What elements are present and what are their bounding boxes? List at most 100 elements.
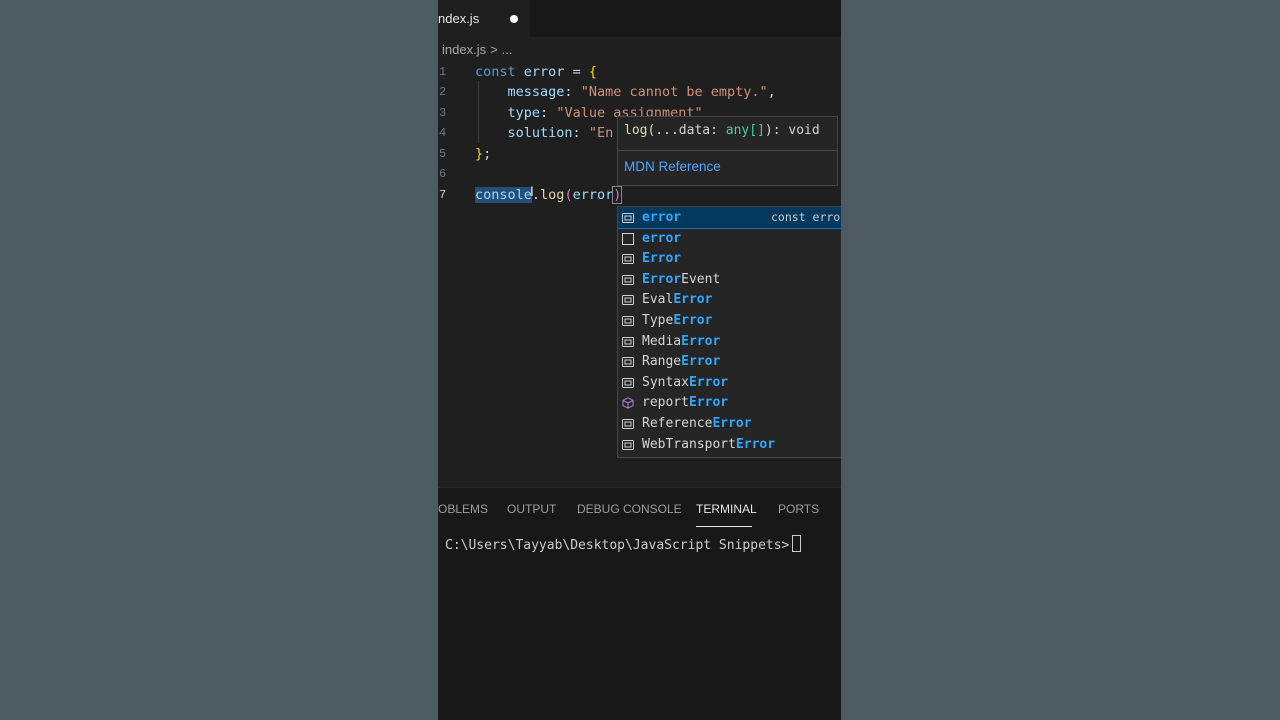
editor-window: ndex.js index.js >... 1 2 3 4 5 6 7 const… bbox=[438, 0, 841, 720]
line-number: 4 bbox=[439, 126, 447, 140]
terminal-cursor bbox=[792, 535, 802, 552]
suggestion-label-prefix: Eval bbox=[642, 292, 674, 308]
suggestion-label-prefix: WebTransport bbox=[642, 436, 736, 452]
suggestion-item[interactable]: reportError bbox=[618, 392, 841, 413]
suggestion-item[interactable]: Error bbox=[618, 248, 841, 269]
suggestion-label: ReferenceError bbox=[642, 414, 752, 433]
suggestion-item[interactable]: SyntaxError bbox=[618, 372, 841, 393]
variable-icon bbox=[622, 438, 634, 450]
tab-ports[interactable]: PORTS bbox=[778, 502, 819, 516]
suggestion-label-match: Error bbox=[735, 436, 776, 452]
signature-params: (...data: bbox=[647, 123, 726, 138]
suggestion-label-match: error bbox=[642, 230, 682, 246]
suggestion-item[interactable]: TypeError bbox=[618, 310, 841, 331]
signature-return: ): void bbox=[764, 123, 820, 138]
suggestion-detail: const erro bbox=[771, 210, 841, 224]
prompt-text: C:\Users\Tayyab\Desktop\JavaScript Snipp… bbox=[445, 538, 790, 553]
suggestion-label: error bbox=[642, 229, 681, 248]
suggestion-label-match: Error bbox=[673, 313, 713, 328]
breadcrumb-file[interactable]: index.js bbox=[442, 42, 486, 57]
tab-terminal[interactable]: TERMINAL bbox=[696, 502, 757, 516]
line-number: 2 bbox=[439, 85, 447, 99]
right-backdrop bbox=[841, 0, 1280, 720]
suggestion-item[interactable]: ErrorEvent bbox=[618, 269, 841, 290]
suggestion-label: TypeError bbox=[642, 311, 712, 330]
suggestion-label: Error bbox=[642, 249, 681, 268]
line-number-active: 7 bbox=[439, 188, 447, 202]
colon: : bbox=[572, 125, 581, 141]
signature: log(...data: any[]): void bbox=[624, 123, 820, 138]
property: solution bbox=[507, 125, 573, 141]
variable-icon bbox=[622, 314, 634, 326]
suggestion-label: EvalError bbox=[642, 290, 712, 309]
suggestion-label-prefix: report bbox=[642, 395, 689, 411]
left-backdrop bbox=[0, 0, 438, 720]
colon: : bbox=[540, 105, 549, 121]
suggestion-label-suffix: Event bbox=[681, 271, 721, 287]
method: log bbox=[540, 187, 565, 203]
suggestion-item[interactable]: WebTransportError bbox=[618, 434, 841, 455]
line-number: 3 bbox=[439, 106, 447, 120]
colon: : bbox=[564, 84, 573, 100]
suggestion-label: RangeError bbox=[642, 352, 720, 371]
suggestion-item[interactable]: error const erro bbox=[618, 207, 841, 229]
variable-icon bbox=[622, 211, 634, 223]
tab-output[interactable]: OUTPUT bbox=[507, 502, 556, 516]
suggestion-label: WebTransportError bbox=[642, 435, 775, 454]
method-icon bbox=[622, 396, 634, 410]
suggestion-label-match: Error bbox=[673, 292, 713, 308]
tab-bar: ndex.js bbox=[438, 0, 841, 37]
keyword: const bbox=[475, 64, 516, 80]
variable-icon bbox=[622, 252, 634, 265]
suggestion-item[interactable]: error bbox=[618, 228, 841, 249]
tab-label: ndex.js bbox=[438, 11, 480, 26]
unsaved-dot-icon[interactable] bbox=[510, 15, 518, 23]
text-icon bbox=[622, 232, 634, 245]
line-number: 6 bbox=[439, 167, 447, 181]
signature-fn: log bbox=[624, 123, 648, 138]
suggestion-item[interactable]: RangeError bbox=[618, 351, 841, 372]
line-number: 1 bbox=[439, 65, 447, 79]
variable-icon bbox=[622, 355, 634, 368]
comma: , bbox=[767, 84, 776, 100]
tab-index-js[interactable]: ndex.js bbox=[438, 0, 530, 37]
suggestion-label: reportError bbox=[642, 393, 728, 412]
paren: ) bbox=[612, 186, 623, 204]
suggestion-item[interactable]: EvalError bbox=[618, 289, 841, 310]
code-line-2: message: "Name cannot be empty.", bbox=[475, 82, 776, 102]
parameter-hint-popup: log(...data: any[]): void MDN Reference bbox=[617, 116, 838, 186]
suggestion-label: SyntaxError bbox=[642, 373, 728, 392]
brace: } bbox=[475, 146, 484, 162]
suggestion-item[interactable]: ReferenceError bbox=[618, 413, 841, 434]
breadcrumb-symbol[interactable]: ... bbox=[502, 42, 513, 57]
property: type bbox=[507, 105, 541, 121]
variable-icon bbox=[622, 417, 634, 429]
suggestion-label: ErrorEvent bbox=[642, 270, 720, 289]
identifier: error bbox=[572, 187, 614, 203]
string: "En bbox=[588, 125, 614, 141]
mouse-ibeam-cursor-icon: I bbox=[530, 183, 534, 199]
suggestion-label: error bbox=[642, 208, 681, 227]
suggestion-label-match: Error bbox=[688, 374, 729, 390]
semicolon: ; bbox=[483, 146, 492, 162]
terminal-prompt[interactable]: C:\Users\Tayyab\Desktop\JavaScript Snipp… bbox=[445, 535, 802, 553]
suggestion-label-match: Error bbox=[688, 395, 729, 411]
tab-debug-console[interactable]: DEBUG CONSOLE bbox=[577, 502, 682, 516]
suggestion-label-prefix: Type bbox=[642, 313, 674, 328]
suggestion-label-match: error bbox=[642, 210, 682, 225]
divider bbox=[618, 150, 837, 151]
tab-problems[interactable]: OBLEMS bbox=[438, 502, 488, 516]
brace: { bbox=[588, 64, 597, 80]
operator: = bbox=[572, 64, 581, 80]
suggestion-label-match: Error bbox=[642, 271, 682, 287]
suggestion-label-prefix: Syntax bbox=[642, 374, 689, 390]
code-line-5: }; bbox=[475, 144, 491, 164]
line-number: 5 bbox=[439, 147, 447, 161]
suggestion-label-match: Error bbox=[712, 416, 752, 431]
paren: ( bbox=[564, 187, 573, 203]
mdn-reference-link[interactable]: MDN Reference bbox=[624, 159, 721, 174]
property: message bbox=[507, 84, 565, 100]
bottom-panel: OBLEMS OUTPUT DEBUG CONSOLE TERMINAL POR… bbox=[438, 487, 841, 720]
suggestion-label-prefix: Reference bbox=[642, 416, 713, 431]
suggestion-item[interactable]: MediaError bbox=[618, 331, 841, 352]
